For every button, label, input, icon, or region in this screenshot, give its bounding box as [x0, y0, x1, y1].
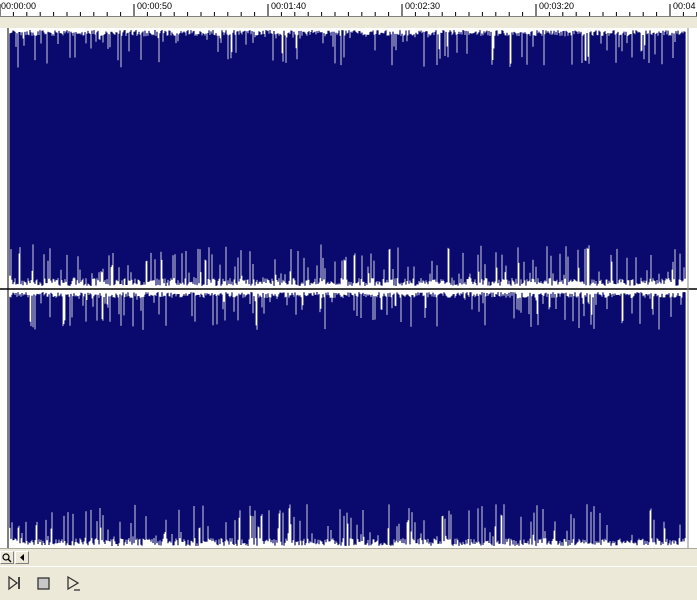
waveform-display[interactable] — [0, 28, 697, 548]
horizontal-scrollbar[interactable] — [0, 548, 697, 566]
ruler-label-1: 00:00:50 — [137, 1, 173, 11]
ruler-ticks — [0, 4, 697, 16]
arrow-left-icon[interactable] — [15, 551, 29, 564]
magnifier-icon[interactable] — [0, 551, 14, 564]
ruler-label-0: 00:00:00 — [1, 1, 37, 11]
right-channel-waveform — [9, 292, 686, 546]
waveform-canvas[interactable] — [0, 28, 697, 548]
stop-icon[interactable] — [33, 573, 53, 593]
ruler-gap — [0, 17, 697, 28]
time-ruler[interactable]: 00:00:00 00:00:50 00:01:40 00:02:30 00:0… — [0, 0, 697, 17]
ruler-label-2: 00:01:40 — [271, 1, 307, 11]
skip-to-end-icon[interactable] — [4, 573, 24, 593]
ruler-label-5: 00:04 — [673, 1, 696, 11]
left-channel-waveform — [9, 30, 686, 286]
ruler-label-3: 00:02:30 — [405, 1, 441, 11]
play-icon[interactable] — [63, 573, 83, 593]
ruler-label-4: 00:03:20 — [539, 1, 575, 11]
transport-bar — [0, 566, 697, 600]
